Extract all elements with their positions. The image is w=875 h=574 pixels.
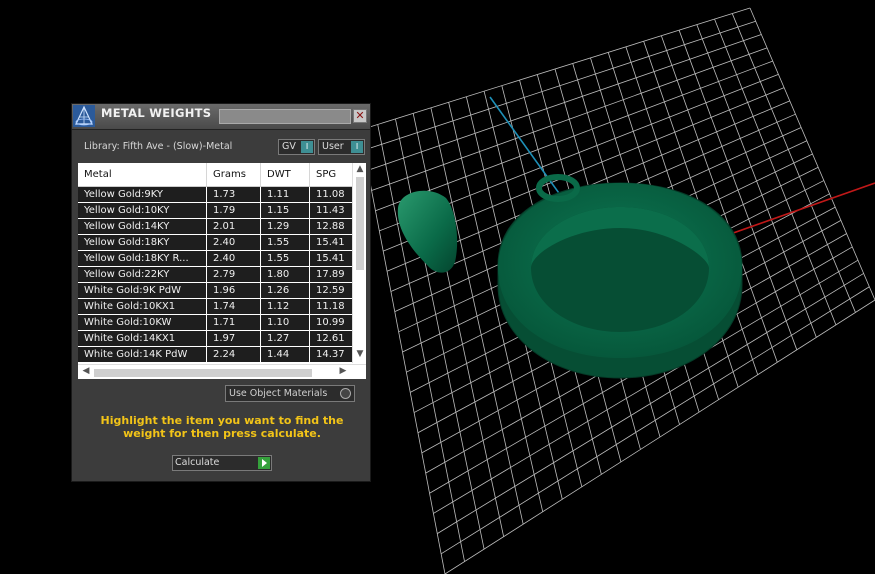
table-row[interactable]: White Gold:14K PdW 2.24 1.44 14.37	[78, 347, 352, 363]
column-header-grams[interactable]: Grams	[207, 163, 261, 186]
cell-metal: White Gold:14KX1	[78, 331, 207, 346]
calculate-button[interactable]: Calculate	[172, 455, 272, 471]
cell-dwt: 1.29	[261, 219, 310, 234]
cell-dwt: 1.27	[261, 331, 310, 346]
calculate-label: Calculate	[175, 457, 220, 468]
column-header-dwt[interactable]: DWT	[261, 163, 310, 186]
metal-weights-panel: METAL WEIGHTS ✕ Library: Fifth Ave - (Sl…	[71, 103, 371, 482]
toggle-knob-icon: Ι	[351, 141, 363, 153]
table-row[interactable]: Yellow Gold:9KY 1.73 1.11 11.08	[78, 187, 352, 203]
horizontal-scrollbar[interactable]: ◀ ▶	[78, 364, 366, 379]
user-toggle[interactable]: User Ι	[318, 139, 365, 155]
panel-title-bar[interactable]: METAL WEIGHTS ✕	[72, 104, 370, 130]
cell-spg: 14.37	[316, 349, 345, 360]
use-object-materials-option[interactable]: Use Object Materials	[225, 385, 355, 402]
chevron-left-icon[interactable]: ◀	[79, 366, 93, 376]
cell-spg: 12.61	[316, 333, 345, 344]
metal-table: Metal Grams DWT SPG Yellow Gold:9KY 1.73 1…	[78, 163, 366, 379]
vertical-scrollbar[interactable]: ▲ ▼	[352, 163, 366, 363]
cell-grams: 1.97	[207, 331, 261, 346]
gv-toggle[interactable]: GV Ι	[278, 139, 315, 155]
cell-metal: White Gold:9K PdW	[78, 283, 207, 298]
cell-spg: 11.43	[316, 205, 345, 216]
cell-metal: White Gold:10KX1	[78, 299, 207, 314]
column-header-spg[interactable]: SPG	[310, 163, 352, 186]
cell-grams: 2.79	[207, 267, 261, 282]
cell-grams: 1.74	[207, 299, 261, 314]
cell-metal: Yellow Gold:18KY	[78, 235, 207, 250]
cell-spg: 12.59	[316, 285, 345, 296]
cell-dwt: 1.10	[261, 315, 310, 330]
table-row[interactable]: White Gold:10KW 1.71 1.10 10.99	[78, 315, 352, 331]
ring-model[interactable]	[497, 174, 743, 379]
cell-dwt: 1.15	[261, 203, 310, 218]
panel-title: METAL WEIGHTS	[101, 106, 212, 120]
table-row[interactable]: Yellow Gold:10KY 1.79 1.15 11.43	[78, 203, 352, 219]
use-object-materials-label: Use Object Materials	[229, 388, 328, 399]
cell-metal: Yellow Gold:10KY	[78, 203, 207, 218]
cell-spg: 11.18	[316, 301, 345, 312]
cell-dwt: 1.26	[261, 283, 310, 298]
chevron-up-icon[interactable]: ▲	[353, 164, 366, 174]
table-row[interactable]: Yellow Gold:18KY R... 2.40 1.55 15.41	[78, 251, 352, 267]
cell-grams: 2.40	[207, 235, 261, 250]
cell-grams: 1.96	[207, 283, 261, 298]
cell-grams: 1.73	[207, 187, 261, 202]
vertical-scroll-thumb[interactable]	[356, 177, 364, 270]
cell-metal: Yellow Gold:9KY	[78, 187, 207, 202]
close-icon[interactable]: ✕	[353, 109, 367, 123]
chevron-right-icon[interactable]: ▶	[336, 366, 350, 376]
cell-grams: 2.24	[207, 347, 261, 362]
gv-toggle-label: GV	[282, 141, 296, 152]
radio-icon[interactable]	[340, 388, 351, 399]
chevron-down-icon[interactable]: ▼	[353, 349, 366, 359]
cell-grams: 1.71	[207, 315, 261, 330]
table-row[interactable]: Yellow Gold:22KY 2.79 1.80 17.89	[78, 267, 352, 283]
cell-dwt: 1.12	[261, 299, 310, 314]
cell-metal: Yellow Gold:22KY	[78, 267, 207, 282]
cell-dwt: 1.11	[261, 187, 310, 202]
cell-spg: 15.41	[316, 237, 345, 248]
cell-metal: Yellow Gold:14KY	[78, 219, 207, 234]
cell-grams: 1.79	[207, 203, 261, 218]
cell-spg: 17.89	[316, 269, 345, 280]
library-label: Library: Fifth Ave - (Slow)-Metal	[84, 141, 233, 152]
cell-spg: 15.41	[316, 253, 345, 264]
play-arrow-icon	[258, 457, 270, 469]
cell-dwt: 1.55	[261, 251, 310, 266]
jewelry-cad-logo-icon	[73, 105, 95, 127]
stone-model[interactable]	[397, 190, 458, 273]
cell-metal: White Gold:10KW	[78, 315, 207, 330]
column-header-metal[interactable]: Metal	[78, 163, 207, 186]
cell-metal: Yellow Gold:18KY R...	[78, 251, 207, 266]
horizontal-scroll-thumb[interactable]	[94, 369, 312, 377]
table-header: Metal Grams DWT SPG	[78, 163, 352, 187]
table-row[interactable]: Yellow Gold:14KY 2.01 1.29 12.88	[78, 219, 352, 235]
cell-dwt: 1.55	[261, 235, 310, 250]
table-row[interactable]: White Gold:10KX1 1.74 1.12 11.18	[78, 299, 352, 315]
table-row[interactable]: White Gold:14KX1 1.97 1.27 12.61	[78, 331, 352, 347]
user-toggle-label: User	[322, 141, 344, 152]
cell-spg: 10.99	[316, 317, 345, 328]
toggle-knob-icon: Ι	[301, 141, 313, 153]
cell-grams: 2.40	[207, 251, 261, 266]
cell-spg: 12.88	[316, 221, 345, 232]
cell-metal: White Gold:14K PdW	[78, 347, 207, 362]
cell-dwt: 1.44	[261, 347, 310, 362]
instructions-text: Highlight the item you want to find the …	[100, 414, 344, 440]
table-row[interactable]: Yellow Gold:18KY 2.40 1.55 15.41	[78, 235, 352, 251]
table-row[interactable]: White Gold:9K PdW 1.96 1.26 12.59	[78, 283, 352, 299]
cell-grams: 2.01	[207, 219, 261, 234]
cell-spg: 11.08	[316, 189, 345, 200]
cell-dwt: 1.80	[261, 267, 310, 282]
title-bar-strip	[219, 109, 351, 124]
